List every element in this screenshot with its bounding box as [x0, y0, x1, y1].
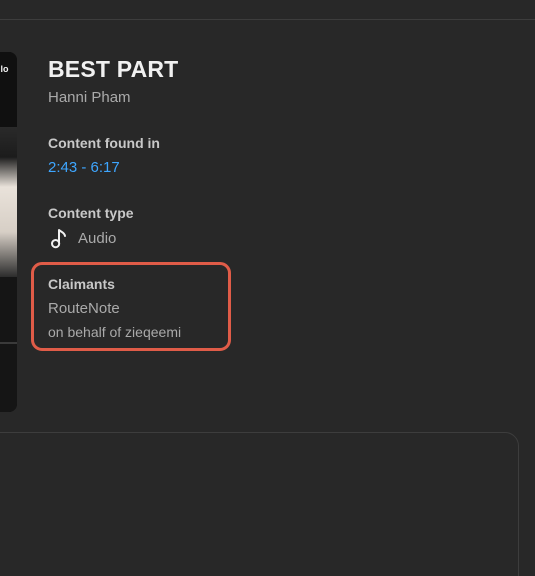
content-found-range-link[interactable]: 2:43 - 6:17: [48, 159, 160, 177]
top-divider: [0, 19, 535, 20]
claimants-section: Claimants RouteNote on behalf of zieqeem…: [48, 275, 181, 341]
music-note-icon: [48, 228, 70, 250]
content-found-section: Content found in 2:43 - 6:17: [48, 134, 160, 177]
video-thumbnail[interactable]: llo: [0, 52, 17, 412]
claimant-name: RouteNote: [48, 300, 120, 317]
content-found-label: Content found in: [48, 135, 160, 151]
song-title: BEST PART: [48, 56, 179, 82]
claim-info: BEST PART Hanni Pham Content found in 2:…: [48, 56, 448, 249]
lower-panel: [0, 432, 519, 576]
claimants-label: Claimants: [48, 276, 115, 292]
claimant-on-behalf: on behalf of zieqeemi: [48, 324, 182, 340]
content-type-value: Audio: [78, 230, 117, 247]
claim-details-page: llo BEST PART Hanni Pham Content found i…: [0, 0, 535, 576]
content-type-row: Audio: [48, 228, 134, 250]
artist-name: Hanni Pham: [48, 89, 131, 106]
content-type-label: Content type: [48, 205, 134, 221]
content-type-section: Content type Audio: [48, 204, 134, 250]
thumbnail-overlay-text: llo: [0, 64, 9, 74]
